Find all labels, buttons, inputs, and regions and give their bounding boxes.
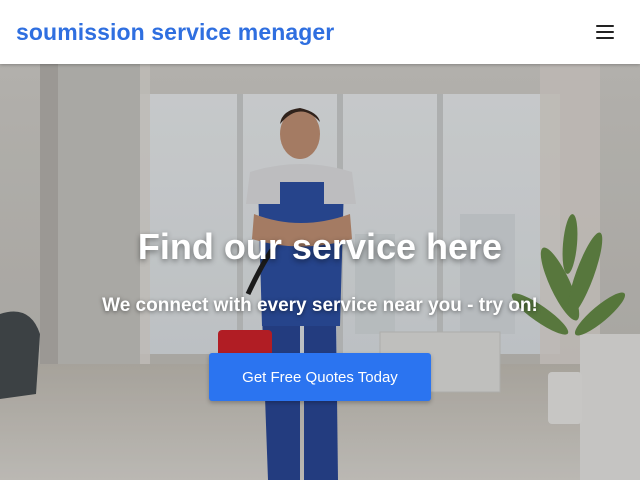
get-free-quotes-button[interactable]: Get Free Quotes Today	[209, 353, 431, 401]
hero-subtitle: We connect with every service near you -…	[102, 295, 538, 316]
hero-content: Find our service here We connect with ev…	[0, 64, 640, 480]
brand-logo-link[interactable]: soumission service menager	[16, 19, 334, 46]
hamburger-menu-icon[interactable]	[594, 23, 616, 41]
hero-section: Find our service here We connect with ev…	[0, 64, 640, 480]
hero-title: Find our service here	[137, 226, 503, 267]
navbar: soumission service menager	[0, 0, 640, 64]
